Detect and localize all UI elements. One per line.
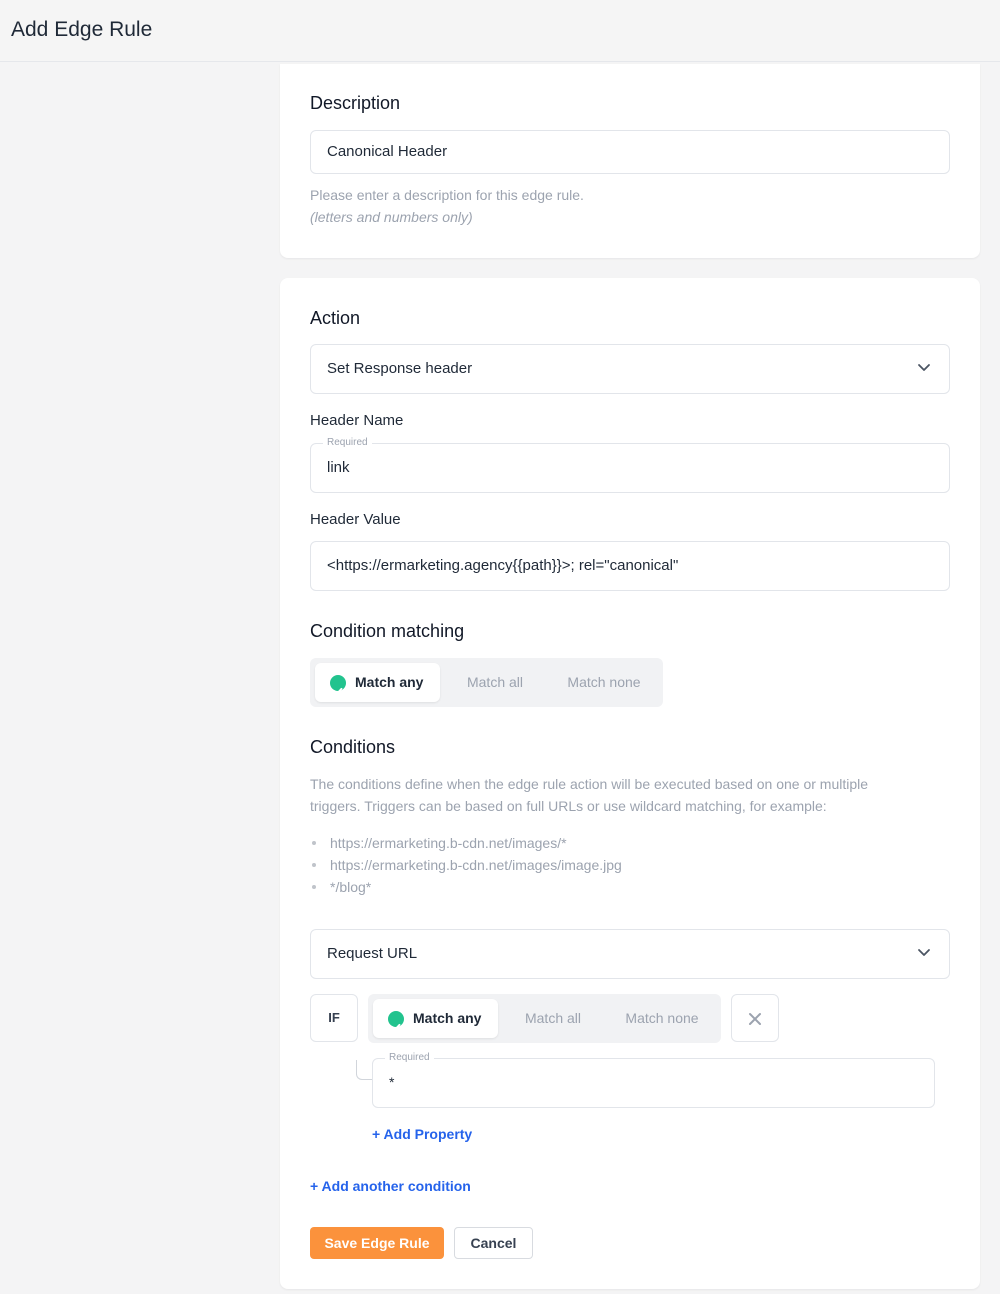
add-condition-link[interactable]: + Add another condition (310, 1178, 471, 1194)
trigger-type-select[interactable]: Request URL (310, 929, 950, 979)
property-value: * (389, 1074, 395, 1090)
add-property-link[interactable]: + Add Property (372, 1126, 472, 1142)
trigger-type-value: Request URL (327, 945, 418, 962)
close-icon (749, 1013, 761, 1025)
header-value-value: <https://ermarketing.agency{{path}}>; re… (327, 557, 679, 574)
conditions-heading: Conditions (310, 737, 396, 757)
header-name-input[interactable]: Required link (310, 437, 950, 493)
description-help-note: (letters and numbers only) (310, 209, 473, 225)
conditions-examples: https://ermarketing.b-cdn.net/images/* h… (310, 832, 622, 898)
conditions-intro: The conditions define when the edge rule… (310, 773, 868, 817)
match-any-label: Match any (355, 674, 424, 690)
condition-match-toggle: Match any Match all Match none (368, 994, 721, 1043)
chevron-down-icon (918, 949, 930, 956)
check-circle-icon (388, 1011, 404, 1031)
save-edge-rule-button[interactable]: Save Edge Rule (310, 1227, 444, 1259)
match-all-option[interactable]: Match all (450, 663, 540, 702)
tree-connector (356, 1060, 372, 1080)
action-card: Action Set Response header Header Name R… (280, 278, 980, 1289)
condition-match-all-option[interactable]: Match all (508, 999, 598, 1038)
description-help: Please enter a description for this edge… (310, 184, 584, 228)
condition-matching-heading: Condition matching (310, 621, 465, 641)
condition-match-none-option[interactable]: Match none (608, 999, 716, 1038)
header-name-label: Header Name (310, 412, 404, 429)
action-select-value: Set Response header (327, 360, 473, 377)
description-help-text: Please enter a description for this edge… (310, 187, 584, 203)
cancel-button[interactable]: Cancel (454, 1227, 533, 1259)
match-any-option[interactable]: Match any (315, 663, 440, 702)
remove-condition-button[interactable] (731, 994, 779, 1042)
header-value-input[interactable]: <https://ermarketing.agency{{path}}>; re… (310, 541, 950, 591)
conditions-intro-line: triggers. Triggers can be based on full … (310, 798, 827, 814)
description-heading: Description (310, 93, 401, 113)
action-select[interactable]: Set Response header (310, 344, 950, 394)
description-input[interactable]: Canonical Header (310, 130, 950, 174)
if-label: IF (310, 994, 358, 1042)
condition-match-any-label: Match any (413, 1010, 482, 1026)
top-bar: Add Edge Rule (0, 0, 1000, 62)
property-value-input[interactable]: Required * (372, 1052, 935, 1108)
condition-matching-toggle: Match any Match all Match none (310, 658, 663, 707)
required-label: Required (385, 1052, 434, 1063)
header-name-value: link (327, 459, 350, 476)
required-label: Required (323, 437, 372, 448)
description-card: Description Canonical Header Please ente… (280, 64, 980, 258)
check-circle-icon (330, 675, 346, 695)
header-value-label: Header Value (310, 511, 401, 528)
match-none-option[interactable]: Match none (550, 663, 658, 702)
condition-match-any-option[interactable]: Match any (373, 999, 498, 1038)
description-value: Canonical Header (327, 143, 448, 160)
page-title: Add Edge Rule (11, 18, 153, 41)
chevron-down-icon (918, 364, 930, 371)
conditions-intro-line: The conditions define when the edge rule… (310, 776, 869, 792)
example-item: */blog* (310, 876, 622, 898)
action-heading: Action (310, 308, 361, 328)
example-item: https://ermarketing.b-cdn.net/images/ima… (310, 854, 622, 876)
example-item: https://ermarketing.b-cdn.net/images/* (310, 832, 622, 854)
